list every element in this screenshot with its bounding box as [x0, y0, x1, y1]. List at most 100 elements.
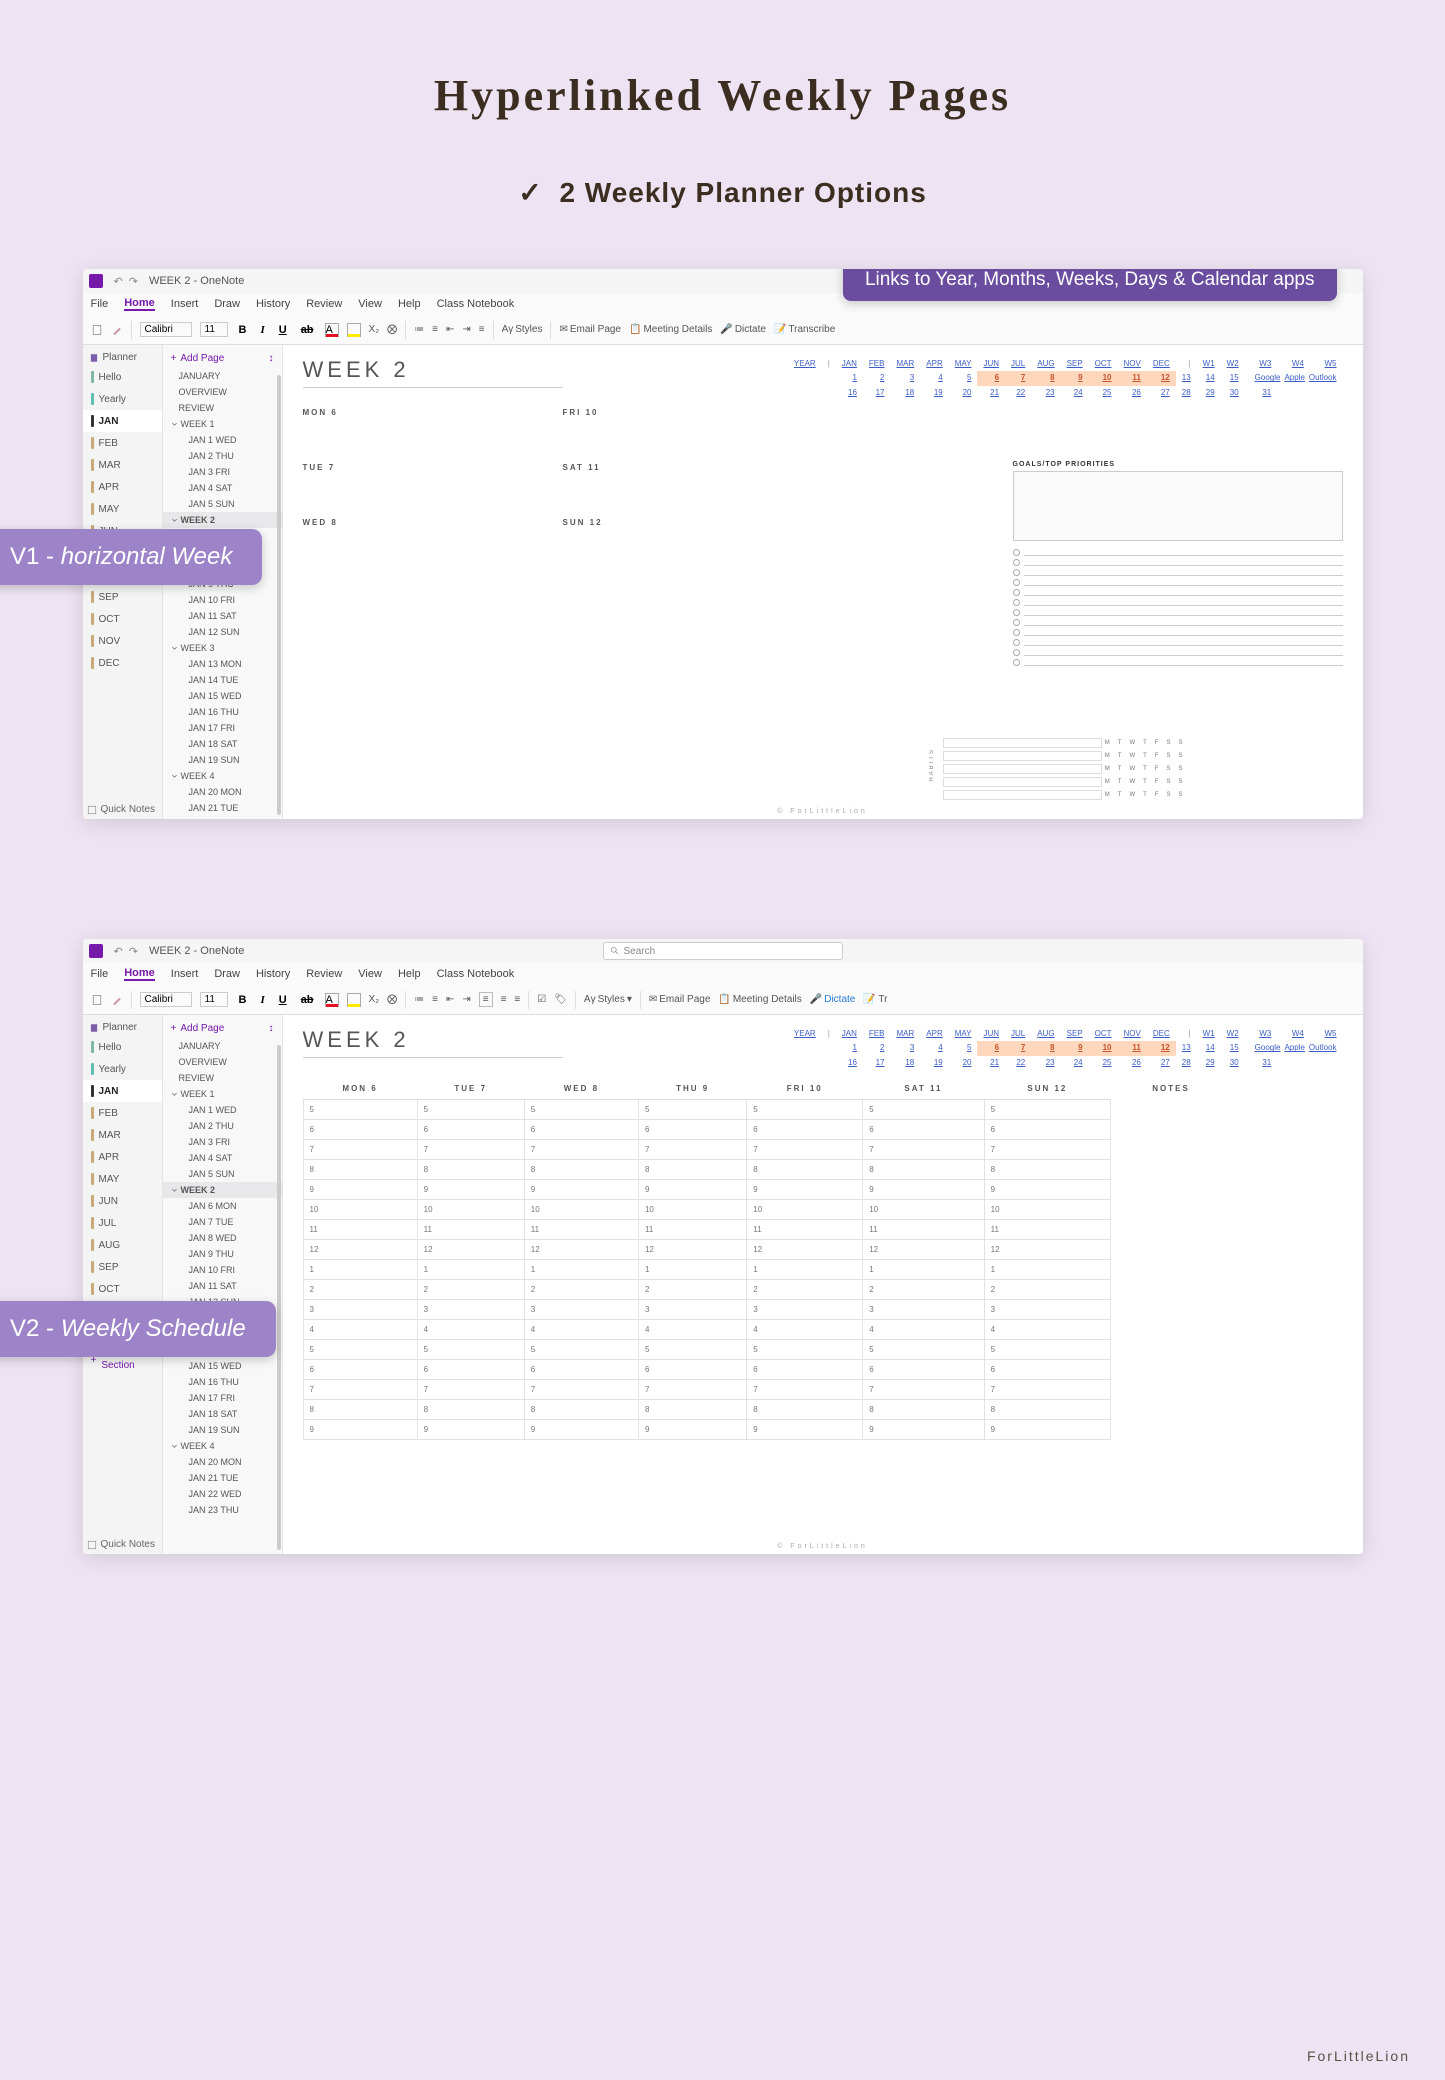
month-link[interactable]: SEP	[1061, 1027, 1089, 1041]
day-link[interactable]: 4	[920, 371, 948, 385]
month-link[interactable]: NOV	[1118, 357, 1147, 371]
habit-row[interactable]: MTWTFSS	[943, 777, 1183, 787]
goal-line[interactable]	[1013, 609, 1343, 616]
schedule-cell[interactable]: 3	[303, 1300, 417, 1320]
page-item[interactable]: REVIEW	[163, 400, 282, 416]
section-apr[interactable]: APR	[83, 476, 162, 498]
page-item[interactable]: JAN 15 WED	[163, 688, 282, 704]
day-link[interactable]: 7	[1005, 371, 1031, 385]
day-link[interactable]: 8	[1031, 371, 1060, 385]
numbering-button[interactable]: ≡	[432, 324, 438, 335]
notes-cell[interactable]	[1111, 1120, 1232, 1140]
day-link[interactable]: 13	[1176, 1041, 1197, 1055]
schedule-cell[interactable]: 8	[303, 1400, 417, 1420]
notebook-header[interactable]: Planner	[83, 1019, 162, 1036]
page-item[interactable]: JAN 17 FRI	[163, 720, 282, 736]
schedule-cell[interactable]: 1	[863, 1260, 984, 1280]
schedule-cell[interactable]: 1	[747, 1260, 863, 1280]
week-link[interactable]: W3	[1245, 357, 1278, 371]
page-item[interactable]: JAN 14 TUE	[163, 672, 282, 688]
highlight-button[interactable]	[347, 993, 361, 1007]
page-item[interactable]: JAN 10 FRI	[163, 1262, 282, 1278]
goals-textarea[interactable]	[1013, 471, 1343, 541]
day-link[interactable]: 20	[949, 386, 978, 400]
calendar-app-link[interactable]: Apple	[1284, 373, 1304, 382]
day-link[interactable]: 11	[1118, 1041, 1147, 1055]
day-link[interactable]: 5	[949, 1041, 978, 1055]
paintbrush-icon[interactable]	[111, 324, 123, 336]
menu-view[interactable]: View	[358, 968, 382, 980]
align-center-button[interactable]: ≡	[501, 994, 507, 1005]
day-link[interactable]: 24	[1061, 1056, 1089, 1070]
day-link[interactable]: 31	[1245, 1056, 1278, 1070]
page-item[interactable]: JAN 5 SUN	[163, 1166, 282, 1182]
clipboard-icon[interactable]	[91, 324, 103, 336]
schedule-cell[interactable]: 5	[984, 1340, 1110, 1360]
menu-draw[interactable]: Draw	[214, 968, 240, 980]
underline-button[interactable]: U	[276, 324, 290, 336]
calendar-app-link[interactable]: Outlook	[1309, 373, 1337, 382]
schedule-cell[interactable]: 7	[524, 1140, 638, 1160]
day-link[interactable]: 3	[890, 1041, 920, 1055]
schedule-cell[interactable]: 5	[417, 1100, 524, 1120]
goal-line[interactable]	[1013, 589, 1343, 596]
bullets-button[interactable]: ≔	[414, 994, 424, 1005]
day-link[interactable]: 26	[1118, 1056, 1147, 1070]
day-link[interactable]: 8	[1031, 1041, 1060, 1055]
page-item[interactable]: WEEK 3	[163, 640, 282, 656]
schedule-cell[interactable]: 8	[417, 1400, 524, 1420]
schedule-cell[interactable]: 1	[638, 1260, 746, 1280]
schedule-cell[interactable]: 2	[984, 1280, 1110, 1300]
month-link[interactable]: JUL	[1005, 357, 1031, 371]
schedule-cell[interactable]: 4	[524, 1320, 638, 1340]
schedule-cell[interactable]: 6	[984, 1360, 1110, 1380]
schedule-cell[interactable]: 2	[863, 1280, 984, 1300]
schedule-cell[interactable]: 12	[984, 1240, 1110, 1260]
page-item[interactable]: JAN 23 THU	[163, 1502, 282, 1518]
schedule-cell[interactable]: 6	[417, 1360, 524, 1380]
section-dec[interactable]: DEC	[83, 652, 162, 674]
schedule-cell[interactable]: 8	[984, 1400, 1110, 1420]
day-link[interactable]: 5	[949, 371, 978, 385]
month-link[interactable]: FEB	[863, 357, 891, 371]
add-page-button[interactable]: + Add Page ↕	[163, 349, 282, 368]
schedule-cell[interactable]: 5	[417, 1340, 524, 1360]
section-hello[interactable]: Hello	[83, 366, 162, 388]
schedule-cell[interactable]: 8	[303, 1160, 417, 1180]
day-link[interactable]: 13	[1176, 371, 1197, 385]
schedule-cell[interactable]: 7	[984, 1380, 1110, 1400]
page-item[interactable]: JAN 18 SAT	[163, 736, 282, 752]
page-item[interactable]: JAN 20 MON	[163, 1454, 282, 1470]
page-item[interactable]: JAN 1 WED	[163, 1102, 282, 1118]
meeting-button[interactable]: 📋 Meeting Details	[718, 994, 801, 1005]
section-jan[interactable]: JAN	[83, 1080, 162, 1102]
page-item[interactable]: OVERVIEW	[163, 1054, 282, 1070]
page-item[interactable]: JAN 3 FRI	[163, 464, 282, 480]
day-link[interactable]: 27	[1147, 1056, 1176, 1070]
day-link[interactable]: 2	[863, 1041, 891, 1055]
month-link[interactable]: OCT	[1089, 357, 1118, 371]
goal-line[interactable]	[1013, 639, 1343, 646]
schedule-cell[interactable]: 12	[747, 1240, 863, 1260]
section-sep[interactable]: SEP	[83, 586, 162, 608]
outdent-button[interactable]: ⇤	[446, 324, 454, 335]
schedule-cell[interactable]: 7	[747, 1380, 863, 1400]
schedule-cell[interactable]: 4	[417, 1320, 524, 1340]
page-item[interactable]: JAN 21 TUE	[163, 800, 282, 816]
menu-review[interactable]: Review	[306, 298, 342, 310]
font-select[interactable]: Calibri	[140, 992, 192, 1007]
day-link[interactable]: 22	[1005, 1056, 1031, 1070]
day-link[interactable]: 10	[1089, 1041, 1118, 1055]
day-link[interactable]: 6	[977, 1041, 1005, 1055]
page-item[interactable]: JAN 16 THU	[163, 704, 282, 720]
italic-button[interactable]: I	[257, 994, 267, 1006]
month-link[interactable]: JAN	[836, 1027, 863, 1041]
dictate-button[interactable]: 🎤 Dictate	[810, 994, 856, 1005]
month-link[interactable]: MAR	[890, 357, 920, 371]
schedule-cell[interactable]: 12	[524, 1240, 638, 1260]
clear-format-button[interactable]: ⨂	[387, 324, 397, 335]
notes-cell[interactable]	[1111, 1200, 1232, 1220]
day-link[interactable]: 15	[1221, 1041, 1245, 1055]
notes-cell[interactable]	[1111, 1180, 1232, 1200]
transcribe-button[interactable]: 📝 Tr	[863, 994, 887, 1005]
